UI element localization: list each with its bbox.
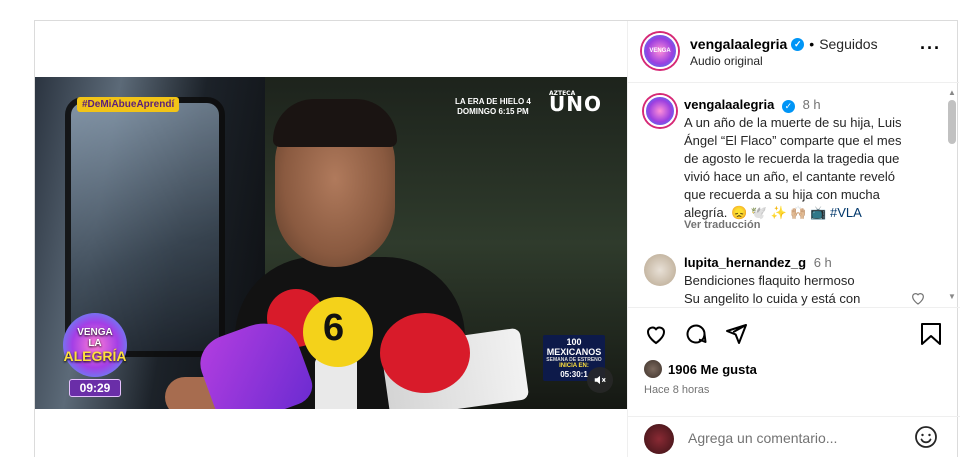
emoji-icon: [915, 426, 937, 448]
heart-icon: [646, 326, 666, 345]
post-frame: 6 #DeMiAbueAprendí LA ERA DE HIELO 4 DOM…: [34, 20, 960, 457]
interviewee-hair: [273, 99, 397, 147]
post-sidebar: VENGA vengalaalegria ✓ • Seguidos Audio …: [627, 21, 960, 457]
see-translation-link[interactable]: Ver traducción: [684, 219, 760, 231]
show-logo-bottom: ALEGRÍA: [63, 348, 127, 364]
author-username[interactable]: vengalaalegria: [690, 36, 787, 52]
action-bar: 1906 Me gusta Hace 8 horas: [628, 307, 960, 401]
red-microphone-right: [380, 313, 470, 393]
show-logo: VENGA LA ALEGRÍA: [63, 313, 127, 377]
tv-promo-line1: LA ERA DE HIELO 4: [455, 97, 531, 106]
comment-button[interactable]: [684, 322, 708, 351]
caption-avatar[interactable]: [644, 95, 676, 127]
comment-line2: Su angelito lo cuida y está con: [684, 291, 861, 306]
video-hashtag-tag: #DeMiAbueAprendí: [77, 97, 180, 112]
separator-dot: •: [809, 36, 815, 52]
promo-box-line2: MEXICANOS: [546, 347, 602, 357]
follow-status-button[interactable]: Seguidos: [819, 36, 877, 52]
comment-input[interactable]: Agrega un comentario...: [688, 430, 837, 446]
channel-logo-small: AZTECA: [549, 90, 576, 97]
add-comment-bar: Agrega un comentario...: [628, 416, 960, 457]
likes-count[interactable]: 1906 Me gusta: [668, 362, 757, 377]
likes-row[interactable]: 1906 Me gusta: [644, 360, 757, 378]
scroll-up-icon[interactable]: ▲: [946, 88, 958, 98]
save-button[interactable]: [920, 322, 942, 351]
emoji-button[interactable]: [914, 425, 938, 454]
share-icon: [726, 324, 747, 344]
caption-username[interactable]: vengalaalegria: [684, 97, 774, 112]
scrollbar-thumb[interactable]: [948, 100, 956, 144]
post-header: VENGA vengalaalegria ✓ • Seguidos Audio …: [628, 21, 959, 83]
more-icon[interactable]: ···: [920, 39, 941, 57]
comment-time: 6 h: [813, 255, 832, 270]
tv-promo-line2: DOMINGO 6:15 PM: [457, 107, 529, 116]
verified-icon: ✓: [791, 37, 805, 51]
heart-icon: [912, 293, 924, 305]
mute-button[interactable]: [587, 367, 613, 393]
audio-label[interactable]: Audio original: [690, 54, 763, 68]
caption-time: 8 h: [802, 97, 821, 112]
author-line: vengalaalegria ✓ • Seguidos: [690, 36, 878, 52]
tv-promo: LA ERA DE HIELO 4 DOMINGO 6:15 PM: [455, 97, 531, 117]
mute-icon: [594, 375, 606, 385]
share-button[interactable]: [724, 322, 748, 351]
commenter-avatar[interactable]: [644, 254, 676, 286]
caption-verified-icon: ✓: [781, 100, 795, 113]
comment-username[interactable]: lupita_hernandez_g: [684, 255, 806, 270]
post-video[interactable]: 6 #DeMiAbueAprendí LA ERA DE HIELO 4 DOM…: [35, 77, 627, 409]
show-logo-top: VENGA: [77, 327, 113, 338]
media-panel: 6 #DeMiAbueAprendí LA ERA DE HIELO 4 DOM…: [35, 21, 627, 457]
comment-line1: Bendiciones flaquito hermoso: [684, 273, 855, 288]
liker-avatar: [644, 360, 662, 378]
author-avatar[interactable]: VENGA: [642, 33, 678, 69]
bookmark-icon: [921, 323, 941, 345]
author-avatar-text: VENGA: [649, 48, 671, 54]
caption: vengalaalegria ✓ 8 h A un año de la muer…: [684, 96, 918, 222]
comment: lupita_hernandez_g 6 h Bendiciones flaqu…: [684, 254, 914, 307]
viewer-avatar: [644, 424, 674, 454]
comment-like-button[interactable]: [910, 290, 926, 307]
comments-scrollbar[interactable]: ▲ ▼: [946, 86, 958, 305]
caption-hashtag[interactable]: #VLA: [830, 205, 862, 220]
scroll-down-icon[interactable]: ▼: [946, 292, 958, 302]
caption-text: A un año de la muerte de su hija, Luis Á…: [684, 115, 902, 220]
channel-logo: AZTECA UNO: [549, 90, 602, 116]
promo-box-line1: 100: [566, 337, 582, 347]
like-button[interactable]: [644, 322, 668, 351]
post-time[interactable]: Hace 8 horas: [644, 384, 709, 396]
comments-area: vengalaalegria ✓ 8 h A un año de la muer…: [628, 84, 960, 307]
video-clock: 09:29: [69, 379, 121, 397]
comment-icon: [686, 324, 707, 344]
microphone-number: 6: [323, 307, 345, 349]
